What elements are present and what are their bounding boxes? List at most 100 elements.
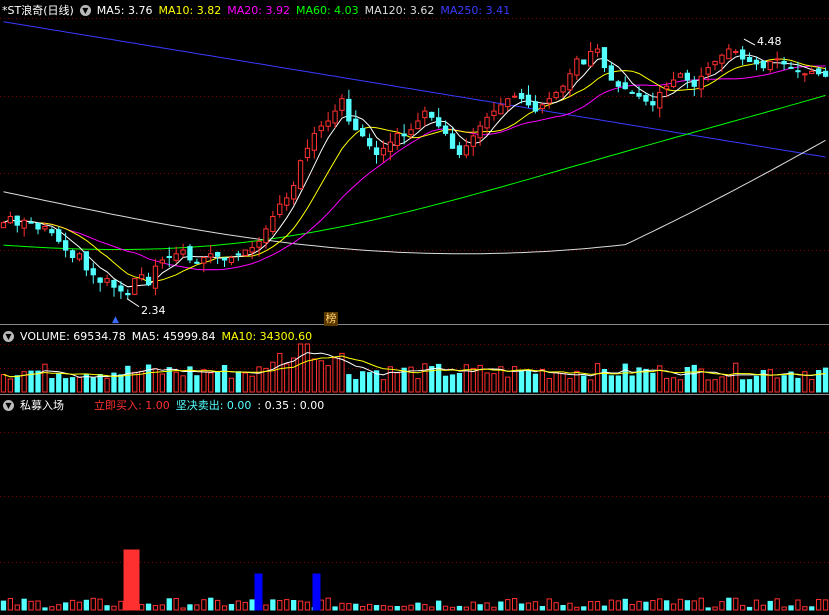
candle-body — [215, 252, 221, 257]
volume-bar — [304, 343, 311, 393]
candle-body — [21, 219, 27, 229]
candle-body — [560, 85, 566, 93]
indicator-bar — [97, 598, 103, 611]
volume-bar — [221, 365, 228, 393]
indicator-bar — [297, 600, 304, 611]
volume-bar — [159, 373, 165, 393]
indicator-bar — [664, 600, 670, 611]
indicator-bar — [42, 607, 48, 611]
candle-body — [740, 49, 746, 60]
indicator-bar — [387, 605, 394, 611]
volume-bar — [622, 363, 628, 393]
low-annotation-line — [126, 298, 140, 308]
volume-bar — [781, 375, 787, 393]
indicator-bar — [270, 599, 276, 611]
volume-bar — [650, 372, 656, 393]
indicator-bar — [788, 605, 794, 611]
candle-body — [97, 277, 103, 283]
indicator-bar — [809, 606, 815, 611]
candle-body — [380, 147, 387, 156]
volume-bar — [297, 343, 304, 393]
indicator-bar — [484, 602, 490, 611]
candle-body — [816, 68, 822, 75]
candle-body — [615, 81, 622, 87]
candle-body — [249, 247, 255, 253]
volume-bar — [49, 378, 55, 393]
candle-body — [318, 125, 324, 132]
volume-bar — [291, 357, 297, 393]
indicator-bar — [201, 599, 207, 611]
candle-body — [69, 250, 76, 258]
volume-bar — [7, 378, 13, 393]
volume-bar — [629, 375, 635, 393]
rank-marker[interactable]: 榜 — [324, 312, 338, 326]
candle-body — [35, 222, 41, 230]
volume-bar — [201, 369, 207, 393]
volume-bar — [270, 361, 276, 393]
volume-bar — [753, 375, 760, 393]
candle-body — [822, 70, 829, 77]
indicator-bar — [180, 607, 186, 611]
indicator-bar — [429, 606, 435, 611]
volume-bar — [664, 377, 670, 393]
candle-body — [132, 278, 138, 295]
indicator-bar — [463, 606, 470, 611]
volume-bar — [788, 371, 794, 393]
indicator-bar — [277, 600, 283, 611]
candle-body — [76, 253, 83, 260]
volume-bar — [719, 376, 725, 393]
candle-body — [636, 93, 642, 97]
candle-body — [221, 257, 228, 261]
candle-body — [449, 133, 456, 149]
volume-bar — [774, 377, 780, 393]
candle-body — [152, 265, 159, 289]
candle-body — [698, 75, 704, 90]
candle-body — [463, 145, 470, 156]
indicator-bar — [512, 598, 518, 611]
indicator-bar — [733, 597, 739, 611]
indicator-bar — [28, 600, 34, 611]
indicator-bar — [726, 597, 732, 611]
candle-body — [491, 110, 497, 116]
volume-bar — [42, 363, 48, 393]
indicator-bar — [498, 601, 504, 611]
candle-body — [194, 261, 200, 264]
chart-canvas — [0, 18, 829, 611]
stock-chart-window: *ST浪奇(日线) ▼ MA5: 3.76 MA10: 3.82 MA20: 3… — [0, 0, 829, 615]
indicator-bar — [187, 604, 193, 611]
volume-bar — [56, 373, 62, 393]
indicator-bar — [781, 606, 787, 611]
candle-body — [436, 117, 442, 127]
indicator-bar — [553, 602, 559, 611]
indicator-bar — [802, 606, 808, 611]
indicator-bar — [194, 604, 200, 611]
volume-bar — [387, 366, 394, 393]
candle-body — [401, 133, 407, 137]
candle-body — [670, 79, 677, 87]
indicator-bar — [21, 598, 27, 611]
indicator-bar — [567, 602, 573, 611]
volume-bar — [567, 378, 573, 393]
indicator-bar — [774, 598, 780, 611]
candle-body — [111, 280, 117, 288]
volume-bar — [380, 379, 387, 393]
candle-body — [629, 91, 635, 94]
indicator-bar — [284, 599, 290, 611]
indicator-bar — [539, 606, 546, 611]
indicator-bar — [0, 600, 7, 611]
candle-body — [360, 128, 366, 137]
indicator-bar — [622, 598, 628, 611]
candle-body — [719, 54, 725, 64]
indicator-bar — [760, 604, 767, 611]
indicator-bar — [442, 605, 449, 611]
volume-bar — [353, 379, 359, 393]
volume-bar — [691, 364, 697, 393]
indicator-bar — [7, 598, 13, 611]
indicator-bar — [822, 599, 829, 611]
candle-body — [263, 228, 269, 244]
candle-body — [601, 47, 608, 69]
indicator-bar — [367, 603, 373, 611]
indicator-bar — [470, 601, 476, 611]
volume-bar — [809, 379, 815, 393]
candle-body — [712, 60, 718, 66]
